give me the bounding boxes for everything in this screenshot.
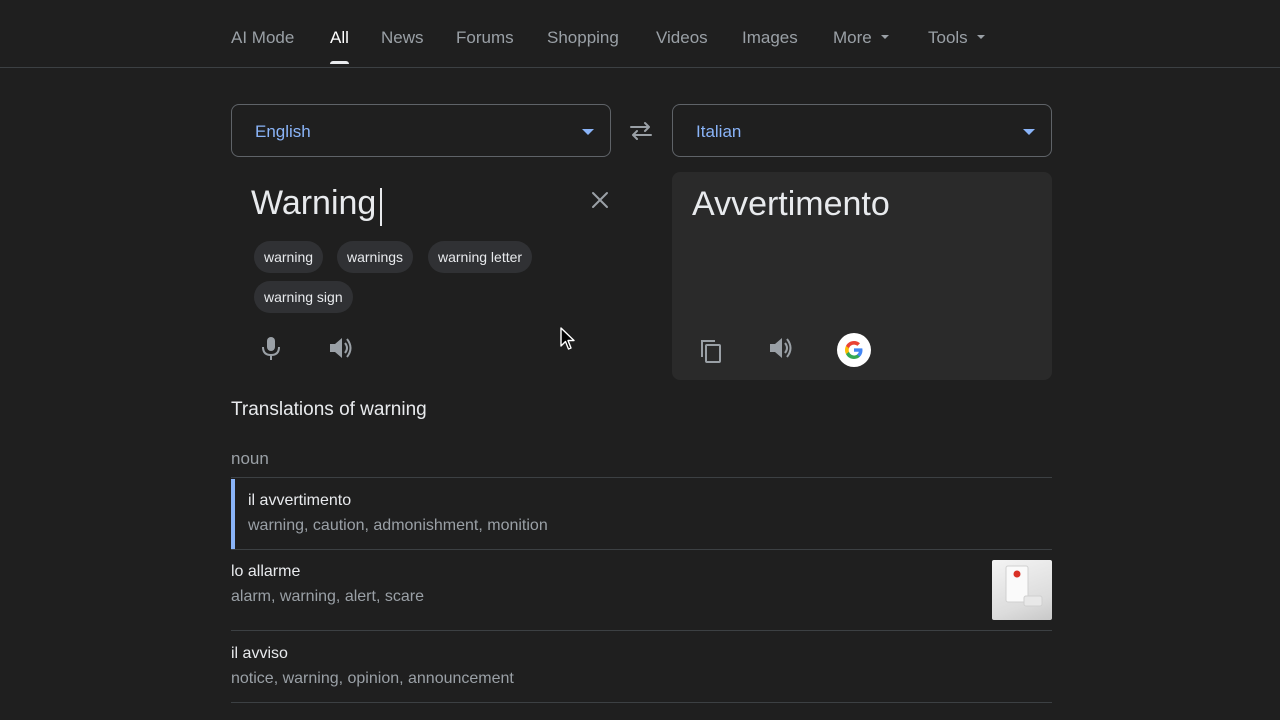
translation-row[interactable]: lo allarme alarm, warning, alert, scare bbox=[231, 550, 1052, 620]
text-cursor bbox=[380, 188, 382, 226]
speaker-icon[interactable] bbox=[766, 333, 796, 363]
tab-forums[interactable]: Forums bbox=[456, 28, 514, 48]
translation-word: il avvertimento bbox=[248, 492, 352, 509]
translation-synonyms: alarm, warning, alert, scare bbox=[231, 588, 424, 605]
tab-images[interactable]: Images bbox=[742, 28, 798, 48]
suggestion-chip[interactable]: warning sign bbox=[254, 281, 353, 313]
translation-word: il avviso bbox=[231, 645, 288, 662]
tab-news[interactable]: News bbox=[381, 28, 424, 48]
caret-down-icon bbox=[880, 34, 889, 39]
close-icon[interactable] bbox=[588, 188, 612, 212]
source-language-label: English bbox=[255, 122, 311, 141]
part-of-speech-label: noun bbox=[231, 449, 269, 468]
caret-down-icon bbox=[1023, 129, 1035, 135]
tab-ai-mode[interactable]: AI Mode bbox=[231, 28, 294, 48]
copy-icon[interactable] bbox=[696, 336, 726, 366]
translation-output-text: Avvertimento bbox=[692, 185, 890, 223]
search-tabs-bar: AI Mode All News Forums Shopping Videos … bbox=[0, 0, 1280, 68]
translation-synonyms: warning, caution, admonishment, monition bbox=[248, 517, 548, 534]
caret-down-icon bbox=[582, 129, 594, 135]
tab-shopping[interactable]: Shopping bbox=[547, 28, 619, 48]
translation-word: lo allarme bbox=[231, 563, 301, 580]
tab-videos[interactable]: Videos bbox=[656, 28, 708, 48]
divider bbox=[231, 630, 1052, 631]
divider bbox=[231, 477, 1052, 478]
translation-row[interactable]: il avviso notice, warning, opinion, anno… bbox=[231, 632, 1052, 702]
suggestion-chip[interactable]: warnings bbox=[337, 241, 414, 273]
tab-tools-label: Tools bbox=[928, 28, 968, 47]
translation-synonyms: notice, warning, opinion, announcement bbox=[231, 670, 514, 687]
tab-more-label: More bbox=[833, 28, 872, 47]
google-logo-icon[interactable] bbox=[837, 333, 871, 367]
translation-output-panel: Avvertimento bbox=[672, 172, 1052, 380]
translation-image-thumbnail[interactable] bbox=[992, 560, 1052, 620]
source-language-select[interactable]: English bbox=[231, 104, 611, 157]
tab-all[interactable]: All bbox=[330, 28, 349, 64]
mouse-pointer-icon bbox=[560, 327, 576, 351]
divider bbox=[231, 702, 1052, 703]
translation-row[interactable]: il avvertimento warning, caution, admoni… bbox=[231, 479, 1052, 549]
selected-indicator bbox=[231, 479, 235, 549]
source-text-input[interactable]: Warning bbox=[251, 184, 376, 223]
microphone-icon[interactable] bbox=[256, 333, 286, 363]
suggestion-chip[interactable]: warning bbox=[254, 241, 324, 273]
translations-heading: Translations of warning bbox=[231, 399, 427, 420]
target-language-label: Italian bbox=[696, 122, 742, 141]
speaker-icon[interactable] bbox=[326, 333, 356, 363]
caret-down-icon bbox=[976, 34, 985, 39]
tab-tools[interactable]: Tools bbox=[928, 28, 985, 48]
swap-icon[interactable] bbox=[627, 117, 655, 145]
target-language-select[interactable]: Italian bbox=[672, 104, 1052, 157]
suggestion-chip[interactable]: warning letter bbox=[428, 241, 533, 273]
tab-more[interactable]: More bbox=[833, 28, 889, 48]
